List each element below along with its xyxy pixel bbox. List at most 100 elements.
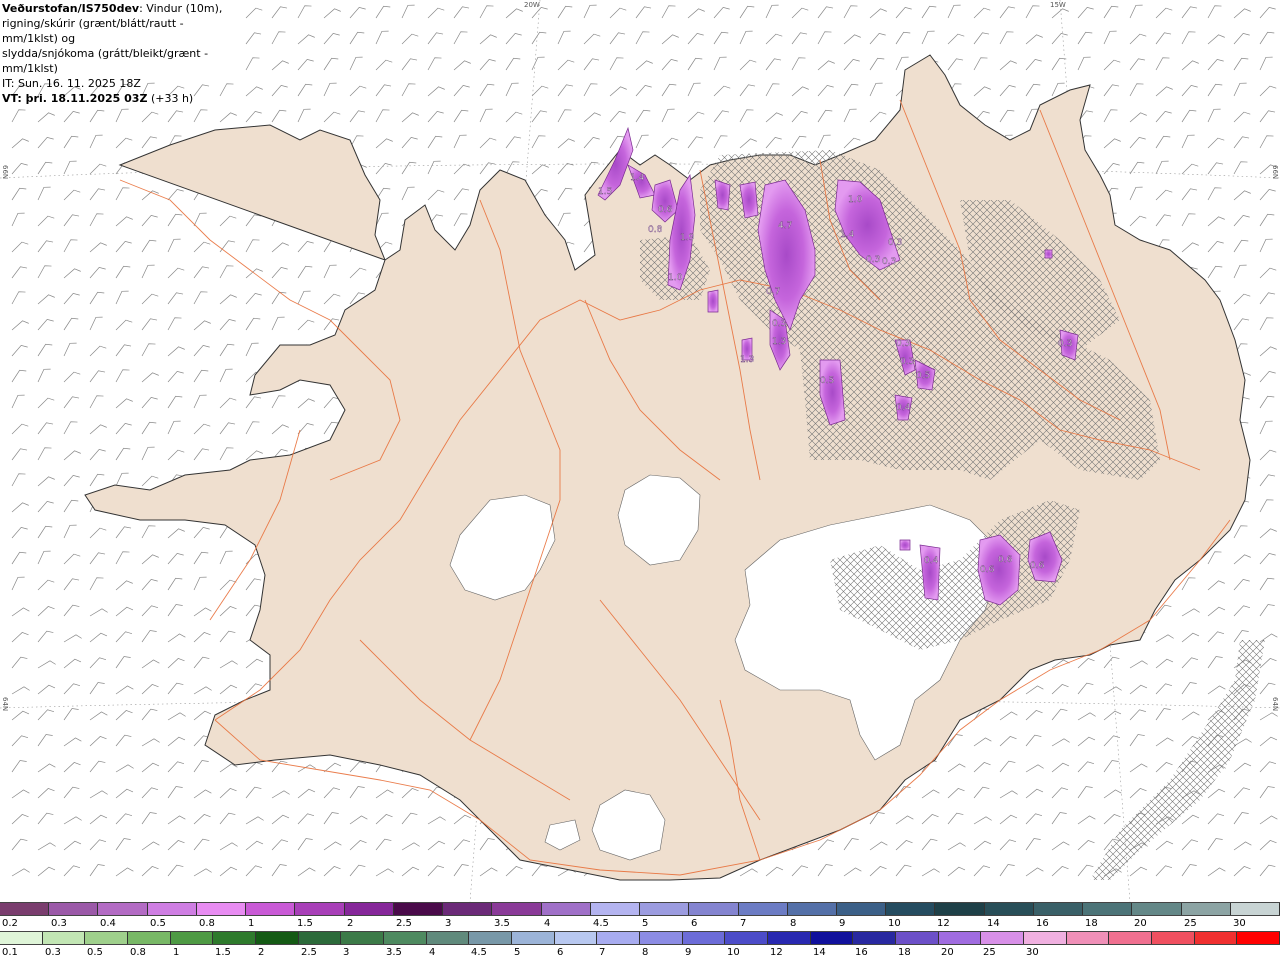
rain-swatch bbox=[1237, 932, 1280, 944]
rain-swatch bbox=[42, 932, 86, 944]
rain-swatch bbox=[0, 932, 43, 944]
snow-label: 0.3 bbox=[51, 918, 67, 929]
precip-label: 4.7 bbox=[778, 221, 792, 231]
snow-label: 5 bbox=[642, 918, 649, 929]
rain-swatch bbox=[170, 932, 214, 944]
rain-swatch bbox=[298, 932, 342, 944]
rain-label: 25 bbox=[983, 947, 996, 958]
rain-swatch bbox=[1024, 932, 1067, 944]
rain-swatch bbox=[682, 932, 726, 944]
rain-swatch bbox=[1194, 932, 1238, 944]
snow-swatch bbox=[886, 903, 936, 915]
rain-swatch bbox=[640, 932, 683, 944]
precip-label: 0.5 bbox=[820, 376, 834, 386]
rain-label: 0.3 bbox=[45, 947, 61, 958]
rain-label: 20 bbox=[941, 947, 954, 958]
snow-color-scale bbox=[0, 902, 1280, 916]
forecast-offset: (+33 h) bbox=[150, 92, 194, 105]
precip-label: 1.4 bbox=[840, 230, 855, 240]
precip-label: 1.3 bbox=[772, 337, 786, 347]
precip-label: 0.3 bbox=[896, 339, 910, 349]
lat-label-66n-right: 66N bbox=[1271, 165, 1279, 180]
valid-time: VT: þri. 18.11.2025 03Z bbox=[2, 92, 148, 105]
precip-label: 0.3 bbox=[900, 357, 914, 367]
snow-swatch bbox=[1230, 903, 1280, 915]
rain-label: 5 bbox=[514, 947, 521, 958]
rain-label: 1.5 bbox=[215, 947, 231, 958]
precip-label: 0.6 bbox=[980, 565, 995, 575]
snow-label: 1.5 bbox=[297, 918, 313, 929]
rain-swatch bbox=[1066, 932, 1110, 944]
snow-label: 18 bbox=[1085, 918, 1098, 929]
snow-swatch bbox=[492, 903, 542, 915]
rain-swatch bbox=[725, 932, 769, 944]
rain-swatch bbox=[768, 932, 811, 944]
snow-swatch bbox=[1181, 903, 1231, 915]
rain-swatch bbox=[256, 932, 299, 944]
initial-time: IT: Sun. 16. 11. 2025 18Z bbox=[2, 77, 141, 90]
precip-label: 0.3 bbox=[882, 257, 896, 267]
snow-swatch bbox=[836, 903, 887, 915]
description-line-1: : Vindur (10m), bbox=[139, 2, 223, 15]
rain-swatch bbox=[213, 932, 257, 944]
rain-swatch bbox=[896, 932, 939, 944]
snow-swatch bbox=[1033, 903, 1084, 915]
snow-swatch bbox=[640, 903, 690, 915]
lat-label-66n-left: 66N bbox=[1, 165, 9, 180]
snow-label: 10 bbox=[888, 918, 901, 929]
snow-label: 30 bbox=[1233, 918, 1246, 929]
snow-label: 1 bbox=[248, 918, 255, 929]
rain-label: 6 bbox=[557, 947, 564, 958]
description-line-3: slydda/snjókoma (grátt/bleikt/grænt - mm… bbox=[2, 47, 209, 75]
snow-label: 4.5 bbox=[593, 918, 609, 929]
snow-label: 3.5 bbox=[494, 918, 510, 929]
snow-swatch bbox=[984, 903, 1034, 915]
snow-label: 14 bbox=[987, 918, 1000, 929]
rain-label: 12 bbox=[770, 947, 783, 958]
snow-label: 8 bbox=[790, 918, 797, 929]
snow-swatch bbox=[1132, 903, 1182, 915]
rain-label: 1 bbox=[173, 947, 180, 958]
rain-swatch bbox=[810, 932, 854, 944]
precip-label: 0.6 bbox=[998, 555, 1013, 565]
weather-map: 1.5 1.4 0.6 0.8 1.9 1.0 4.7 1.0 1.4 0.3 … bbox=[0, 0, 1280, 902]
precip-label: 0.3 bbox=[1058, 339, 1072, 349]
snow-label: 0.2 bbox=[2, 918, 18, 929]
precip-label: 0.4 bbox=[896, 403, 911, 413]
rain-label: 10 bbox=[727, 947, 740, 958]
rain-swatch bbox=[469, 932, 513, 944]
rain-label: 4 bbox=[429, 947, 436, 958]
map-info-box: Veðurstofan/IS750dev: Vindur (10m), rign… bbox=[0, 0, 238, 105]
rain-label: 18 bbox=[898, 947, 911, 958]
valid-time-line: VT: þri. 18.11.2025 03Z (+33 h) bbox=[2, 91, 236, 106]
rain-color-scale bbox=[0, 931, 1280, 945]
description-line-2: rigning/skúrir (grænt/blátt/rautt - mm/1… bbox=[2, 17, 184, 45]
snow-swatch bbox=[344, 903, 394, 915]
snow-swatch bbox=[393, 903, 444, 915]
rain-label: 3 bbox=[343, 947, 350, 958]
snow-label: 7 bbox=[740, 918, 747, 929]
lat-label-64n-right: 64N bbox=[1271, 697, 1279, 712]
precip-label: 0.5 bbox=[916, 371, 930, 381]
snow-swatch bbox=[935, 903, 985, 915]
snow-swatch bbox=[590, 903, 641, 915]
snow-swatch bbox=[49, 903, 99, 915]
precip-label: 0.7 bbox=[766, 287, 780, 297]
rain-label: 8 bbox=[642, 947, 649, 958]
rain-label: 16 bbox=[855, 947, 868, 958]
rain-swatch bbox=[853, 932, 897, 944]
precip-label: 0.3 bbox=[866, 255, 880, 265]
snow-label: 20 bbox=[1134, 918, 1147, 929]
rain-label: 2 bbox=[258, 947, 265, 958]
rain-label: 9 bbox=[685, 947, 692, 958]
rain-swatch bbox=[938, 932, 982, 944]
source-title: Veðurstofan/IS750dev bbox=[2, 2, 140, 15]
rain-swatch bbox=[341, 932, 385, 944]
snow-swatch bbox=[689, 903, 739, 915]
precip-label: 0.8 bbox=[648, 225, 663, 235]
rain-swatch bbox=[384, 932, 427, 944]
rain-label: 7 bbox=[599, 947, 606, 958]
snow-label: 9 bbox=[839, 918, 846, 929]
lon-label-20w: 20W bbox=[524, 1, 540, 9]
precip-label: 0.3 bbox=[772, 319, 786, 329]
